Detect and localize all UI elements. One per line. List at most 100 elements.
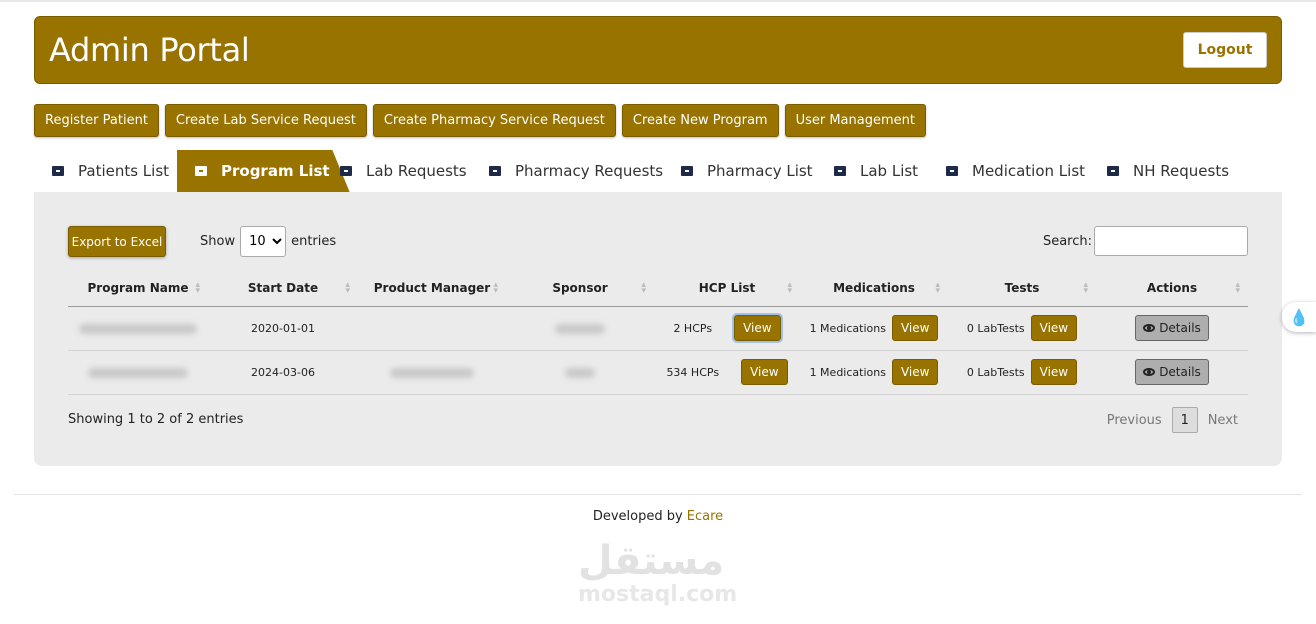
watermark-arabic: مستقل	[578, 538, 725, 584]
column-header-sponsor[interactable]: Sponsor ▴ ▾	[506, 270, 654, 307]
sort-icon: ▴ ▾	[195, 280, 200, 296]
search-input[interactable]	[1094, 226, 1248, 256]
tab-label: Pharmacy Requests	[515, 162, 664, 180]
details-button[interactable]: Details	[1135, 359, 1209, 385]
tab-pharmacy-list[interactable]: Pharmacy List	[681, 150, 813, 192]
sort-icon: ▴ ▾	[787, 280, 792, 296]
program-name-cell	[68, 350, 208, 395]
tab-lab-requests[interactable]: Lab Requests	[340, 150, 467, 192]
top-border	[0, 0, 1316, 2]
logout-button[interactable]: Logout	[1183, 32, 1267, 68]
tab-label: Pharmacy List	[707, 162, 813, 180]
column-header-program-name[interactable]: Program Name ▴ ▾	[68, 270, 208, 307]
tests-cell: 0 LabTests View	[948, 306, 1096, 351]
tab-lab-list[interactable]: Lab List	[834, 150, 918, 192]
sort-icon: ▴ ▾	[345, 280, 350, 296]
medications-view-button[interactable]: View	[891, 359, 939, 385]
register-patient-button[interactable]: Register Patient	[34, 104, 159, 137]
table-header-row: Program Name ▴ ▾ Start Date ▴ ▾ Product Mana…	[68, 270, 1248, 307]
droplet-icon: 💧	[1289, 307, 1309, 327]
tab-bar: Patients List Program List Lab Requests …	[34, 150, 1282, 192]
redacted-text	[79, 323, 197, 334]
tab-label: Medication List	[972, 162, 1086, 180]
medications-cell: 1 Medications View	[800, 306, 948, 351]
create-lab-service-request-button[interactable]: Create Lab Service Request	[164, 104, 367, 137]
ticket-icon	[489, 166, 501, 176]
column-header-start-date[interactable]: Start Date ▴ ▾	[208, 270, 358, 307]
export-to-excel-button[interactable]: Export to Excel	[68, 226, 166, 257]
tab-medication-list[interactable]: Medication List	[946, 150, 1085, 192]
action-button-row: Register Patient Create Lab Service Requ…	[34, 104, 926, 137]
ticket-icon	[1107, 166, 1119, 176]
watermark: مستقل mostaql.com	[578, 538, 740, 614]
table-row: 2024-03-06 534 HCPs View 1 Medications Vie…	[68, 350, 1248, 395]
previous-page-button[interactable]: Previous	[1107, 413, 1162, 428]
eye-icon	[1143, 368, 1156, 376]
column-header-medications[interactable]: Medications ▴ ▾	[800, 270, 948, 307]
tab-program-list[interactable]: Program List	[177, 150, 350, 192]
program-table: Program Name ▴ ▾ Start Date ▴ ▾ Product Mana…	[68, 270, 1248, 395]
app-title: Admin Portal	[49, 31, 250, 69]
ticket-icon	[946, 166, 958, 176]
sort-icon: ▴ ▾	[1083, 280, 1088, 296]
ticket-icon	[195, 166, 207, 176]
column-header-product-manager[interactable]: Product Manager ▴ ▾	[358, 270, 506, 307]
footer-prefix: Developed by	[592, 509, 687, 524]
footer-brand-link[interactable]: Ecare	[687, 509, 723, 524]
create-pharmacy-service-request-button[interactable]: Create Pharmacy Service Request	[372, 104, 616, 137]
details-button[interactable]: Details	[1135, 315, 1209, 341]
search-label: Search:	[1042, 233, 1092, 249]
eye-icon	[1143, 324, 1156, 332]
product-manager-cell	[358, 350, 506, 395]
tab-patients-list[interactable]: Patients List	[52, 150, 169, 192]
tab-nh-requests[interactable]: NH Requests	[1107, 150, 1229, 192]
column-header-actions[interactable]: Actions ▴ ▾	[1096, 270, 1248, 307]
entries-select[interactable]: 10	[240, 226, 287, 257]
search-control: Search:	[1043, 226, 1248, 256]
redacted-text	[555, 323, 605, 334]
product-manager-cell	[358, 306, 506, 351]
sponsor-cell	[506, 306, 654, 351]
tab-label: Lab Requests	[366, 162, 467, 180]
actions-cell: Details	[1096, 306, 1248, 351]
column-header-hcp-list[interactable]: HCP List ▴ ▾	[654, 270, 800, 307]
next-page-button[interactable]: Next	[1208, 413, 1238, 428]
hcp-view-button[interactable]: View	[741, 359, 788, 385]
column-header-tests[interactable]: Tests ▴ ▾	[948, 270, 1096, 307]
sort-icon: ▴ ▾	[935, 280, 940, 296]
tests-view-button[interactable]: View	[1030, 315, 1078, 341]
ticket-icon	[834, 166, 846, 176]
hcp-list-cell: 2 HCPs View	[654, 306, 800, 351]
sponsor-cell	[506, 350, 654, 395]
user-management-button[interactable]: User Management	[784, 104, 926, 137]
start-date-cell: 2020-01-01	[208, 306, 358, 351]
hcp-view-button[interactable]: View	[732, 313, 783, 343]
entries-label: entries	[291, 234, 337, 249]
side-widget-button[interactable]: 💧	[1282, 302, 1316, 332]
medications-cell: 1 Medications View	[800, 350, 948, 395]
ticket-icon	[340, 166, 352, 176]
create-new-program-button[interactable]: Create New Program	[621, 104, 779, 137]
watermark-latin: mostaql.com	[578, 582, 738, 607]
pagination: Previous 1 Next	[1107, 407, 1238, 433]
redacted-text	[565, 367, 595, 378]
app-header: Admin Portal Logout	[34, 16, 1282, 84]
table-info: Showing 1 to 2 of 2 entries	[68, 412, 244, 427]
entries-length-control: Show 10 entries	[200, 226, 336, 257]
program-list-panel: Export to Excel Show 10 entries Search: …	[34, 192, 1282, 466]
sort-icon: ▴ ▾	[641, 280, 646, 296]
program-name-cell	[68, 306, 208, 351]
show-label: Show	[200, 234, 236, 249]
medications-view-button[interactable]: View	[891, 315, 939, 341]
footer-divider	[14, 494, 1302, 495]
page-button-current[interactable]: 1	[1171, 407, 1198, 433]
table-row: 2020-01-01 2 HCPs View 1 Medications View …	[68, 306, 1248, 351]
tab-label: NH Requests	[1133, 162, 1230, 180]
tab-pharmacy-requests[interactable]: Pharmacy Requests	[489, 150, 663, 192]
redacted-text	[88, 367, 188, 378]
tests-cell: 0 LabTests View	[948, 350, 1096, 395]
tab-label: Program List	[221, 162, 330, 180]
actions-cell: Details	[1096, 350, 1248, 395]
tests-view-button[interactable]: View	[1030, 359, 1078, 385]
sort-icon: ▴ ▾	[493, 280, 498, 296]
